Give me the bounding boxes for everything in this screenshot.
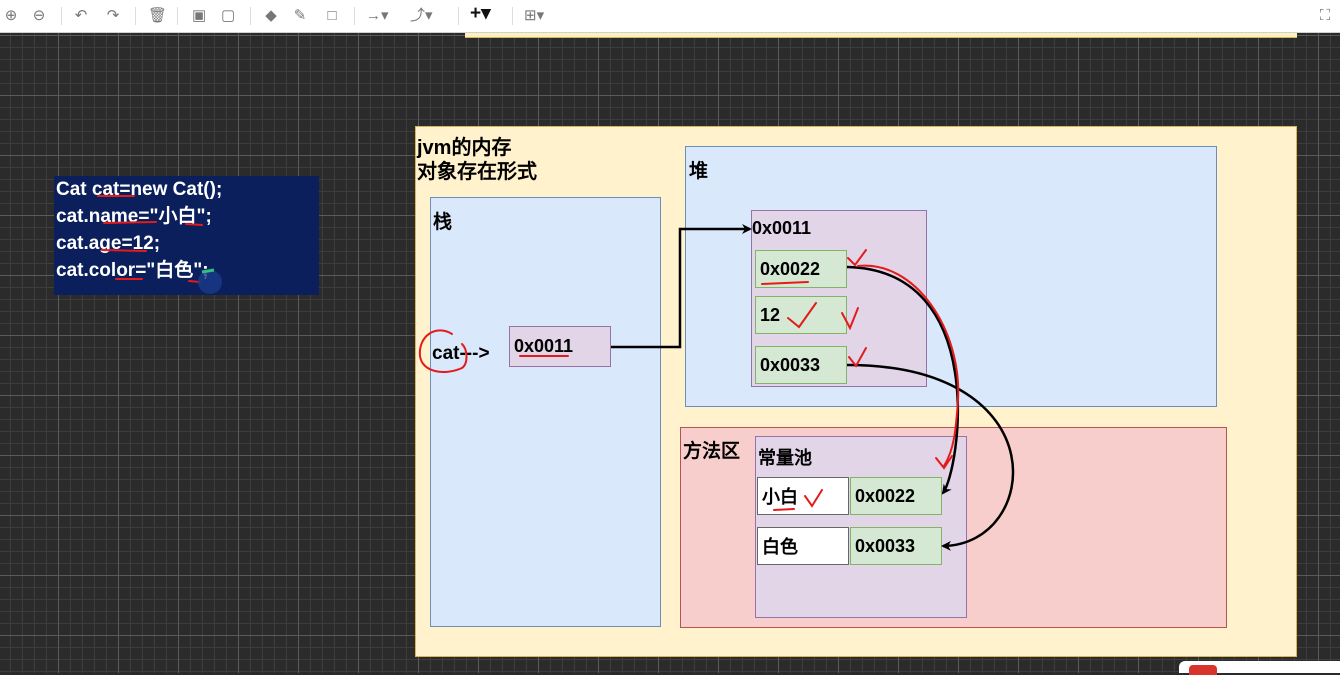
stack-label: 栈 (433, 212, 453, 233)
insert-icon[interactable]: +▾ (470, 4, 491, 24)
delete-icon[interactable]: 🗑 (148, 6, 167, 26)
pool-string-cell[interactable]: 小白 (757, 477, 849, 515)
toolbar-divider (135, 7, 136, 25)
jvm-title: jvm的内存 对象存在形式 (417, 136, 537, 184)
toolbar-divider (512, 7, 513, 25)
toolbar: ⊕ ⊖ ↶ ↷ 🗑 ▣ ▢ ◆ ✎ □ →▾ ⤴▾ +▾ ⊞▾ ⛶ (0, 0, 1340, 33)
jvm-title-line: jvm的内存 (417, 137, 512, 159)
cat-reference-label: cat---> (432, 343, 490, 364)
heap-field-color[interactable]: 0x0033 (755, 346, 847, 384)
toolbar-divider (354, 7, 355, 25)
jvm-title-line: 对象存在形式 (417, 161, 537, 183)
constant-pool-label: 常量池 (758, 448, 812, 468)
code-line: cat.age=12; (56, 233, 161, 254)
pool-address-cell[interactable]: 0x0022 (850, 477, 942, 515)
shadow-icon[interactable]: □ (325, 6, 339, 26)
pool-string-cell[interactable]: 白色 (757, 527, 849, 565)
selected-shape-edge[interactable] (465, 33, 1297, 38)
toolbar-divider (250, 7, 251, 25)
connection-style-icon[interactable]: →▾ (366, 6, 389, 26)
code-line: cat.name="小白"; (56, 206, 212, 227)
pool-address-cell[interactable]: 0x0033 (850, 527, 942, 565)
toolbar-divider (177, 7, 178, 25)
undo-icon[interactable]: ↶ (74, 6, 88, 26)
code-block[interactable]: Cat cat=new Cat(); cat.name="小白"; cat.ag… (54, 176, 319, 295)
code-line: cat.color="白色"; (56, 260, 209, 281)
fullscreen-icon[interactable]: ⛶ (1318, 6, 1332, 26)
table-icon[interactable]: ⊞▾ (524, 6, 544, 26)
zoom-out-icon[interactable]: ⊖ (32, 6, 46, 26)
redo-icon[interactable]: ↷ (106, 6, 120, 26)
line-color-icon[interactable]: ✎ (293, 6, 307, 26)
code-line: Cat cat=new Cat(); (56, 179, 223, 200)
stack-address-cell[interactable]: 0x0011 (509, 326, 611, 367)
stack-area[interactable] (430, 197, 661, 627)
fill-color-icon[interactable]: ◆ (264, 6, 278, 26)
notification-popup[interactable] (1179, 661, 1340, 675)
toolbar-divider (61, 7, 62, 25)
heap-field-age[interactable]: 12 (755, 296, 847, 334)
to-back-icon[interactable]: ▢ (221, 6, 235, 26)
zoom-in-icon[interactable]: ⊕ (4, 6, 18, 26)
method-area-label: 方法区 (683, 441, 741, 462)
notification-badge (1189, 665, 1217, 675)
heap-label: 堆 (689, 161, 709, 182)
heap-object-address: 0x0011 (752, 218, 812, 238)
waypoints-icon[interactable]: ⤴▾ (410, 6, 433, 26)
heap-field-name[interactable]: 0x0022 (755, 250, 847, 288)
to-front-icon[interactable]: ▣ (192, 6, 206, 26)
toolbar-divider (458, 7, 459, 25)
